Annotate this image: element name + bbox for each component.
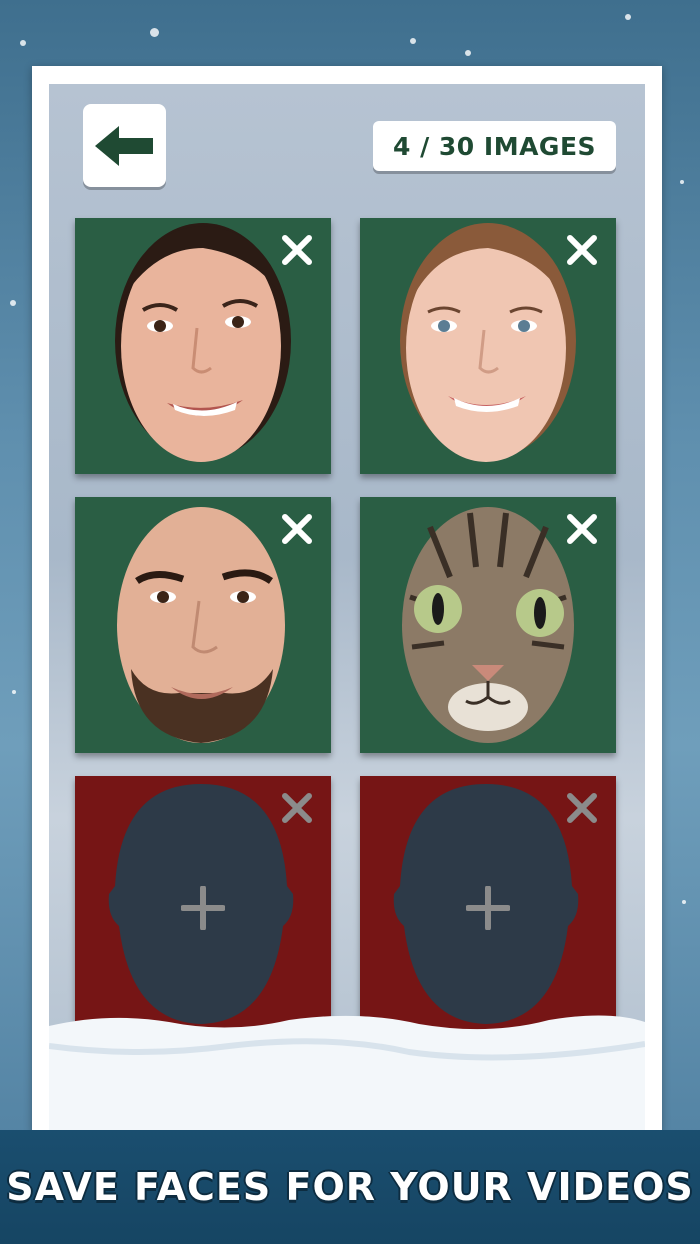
remove-face-button[interactable]	[277, 509, 317, 549]
face-tile-1[interactable]	[75, 218, 331, 474]
banner-text: SAVE FACES FOR YOUR VIDEOS	[6, 1165, 694, 1209]
close-icon	[282, 793, 312, 823]
back-button[interactable]	[83, 104, 166, 187]
remove-face-button[interactable]	[562, 230, 602, 270]
promo-banner: SAVE FACES FOR YOUR VIDEOS	[0, 1130, 700, 1244]
face-tile-2[interactable]	[360, 218, 616, 474]
remove-face-button[interactable]	[562, 788, 602, 828]
plus-icon[interactable]	[466, 886, 510, 930]
close-icon	[282, 514, 312, 544]
remove-face-button[interactable]	[562, 509, 602, 549]
face-tile-3[interactable]	[75, 497, 331, 753]
face-tile-4[interactable]	[360, 497, 616, 753]
close-icon	[567, 514, 597, 544]
image-counter: 4 / 30 IMAGES	[373, 121, 616, 171]
close-icon	[567, 235, 597, 265]
remove-face-button[interactable]	[277, 230, 317, 270]
empty-face-slot-1[interactable]	[75, 776, 331, 1032]
arrow-left-icon	[94, 125, 153, 166]
plus-icon[interactable]	[181, 886, 225, 930]
snow-bank	[49, 1015, 645, 1132]
empty-face-slot-2[interactable]	[360, 776, 616, 1032]
close-icon	[567, 793, 597, 823]
remove-face-button[interactable]	[277, 788, 317, 828]
close-icon	[282, 235, 312, 265]
